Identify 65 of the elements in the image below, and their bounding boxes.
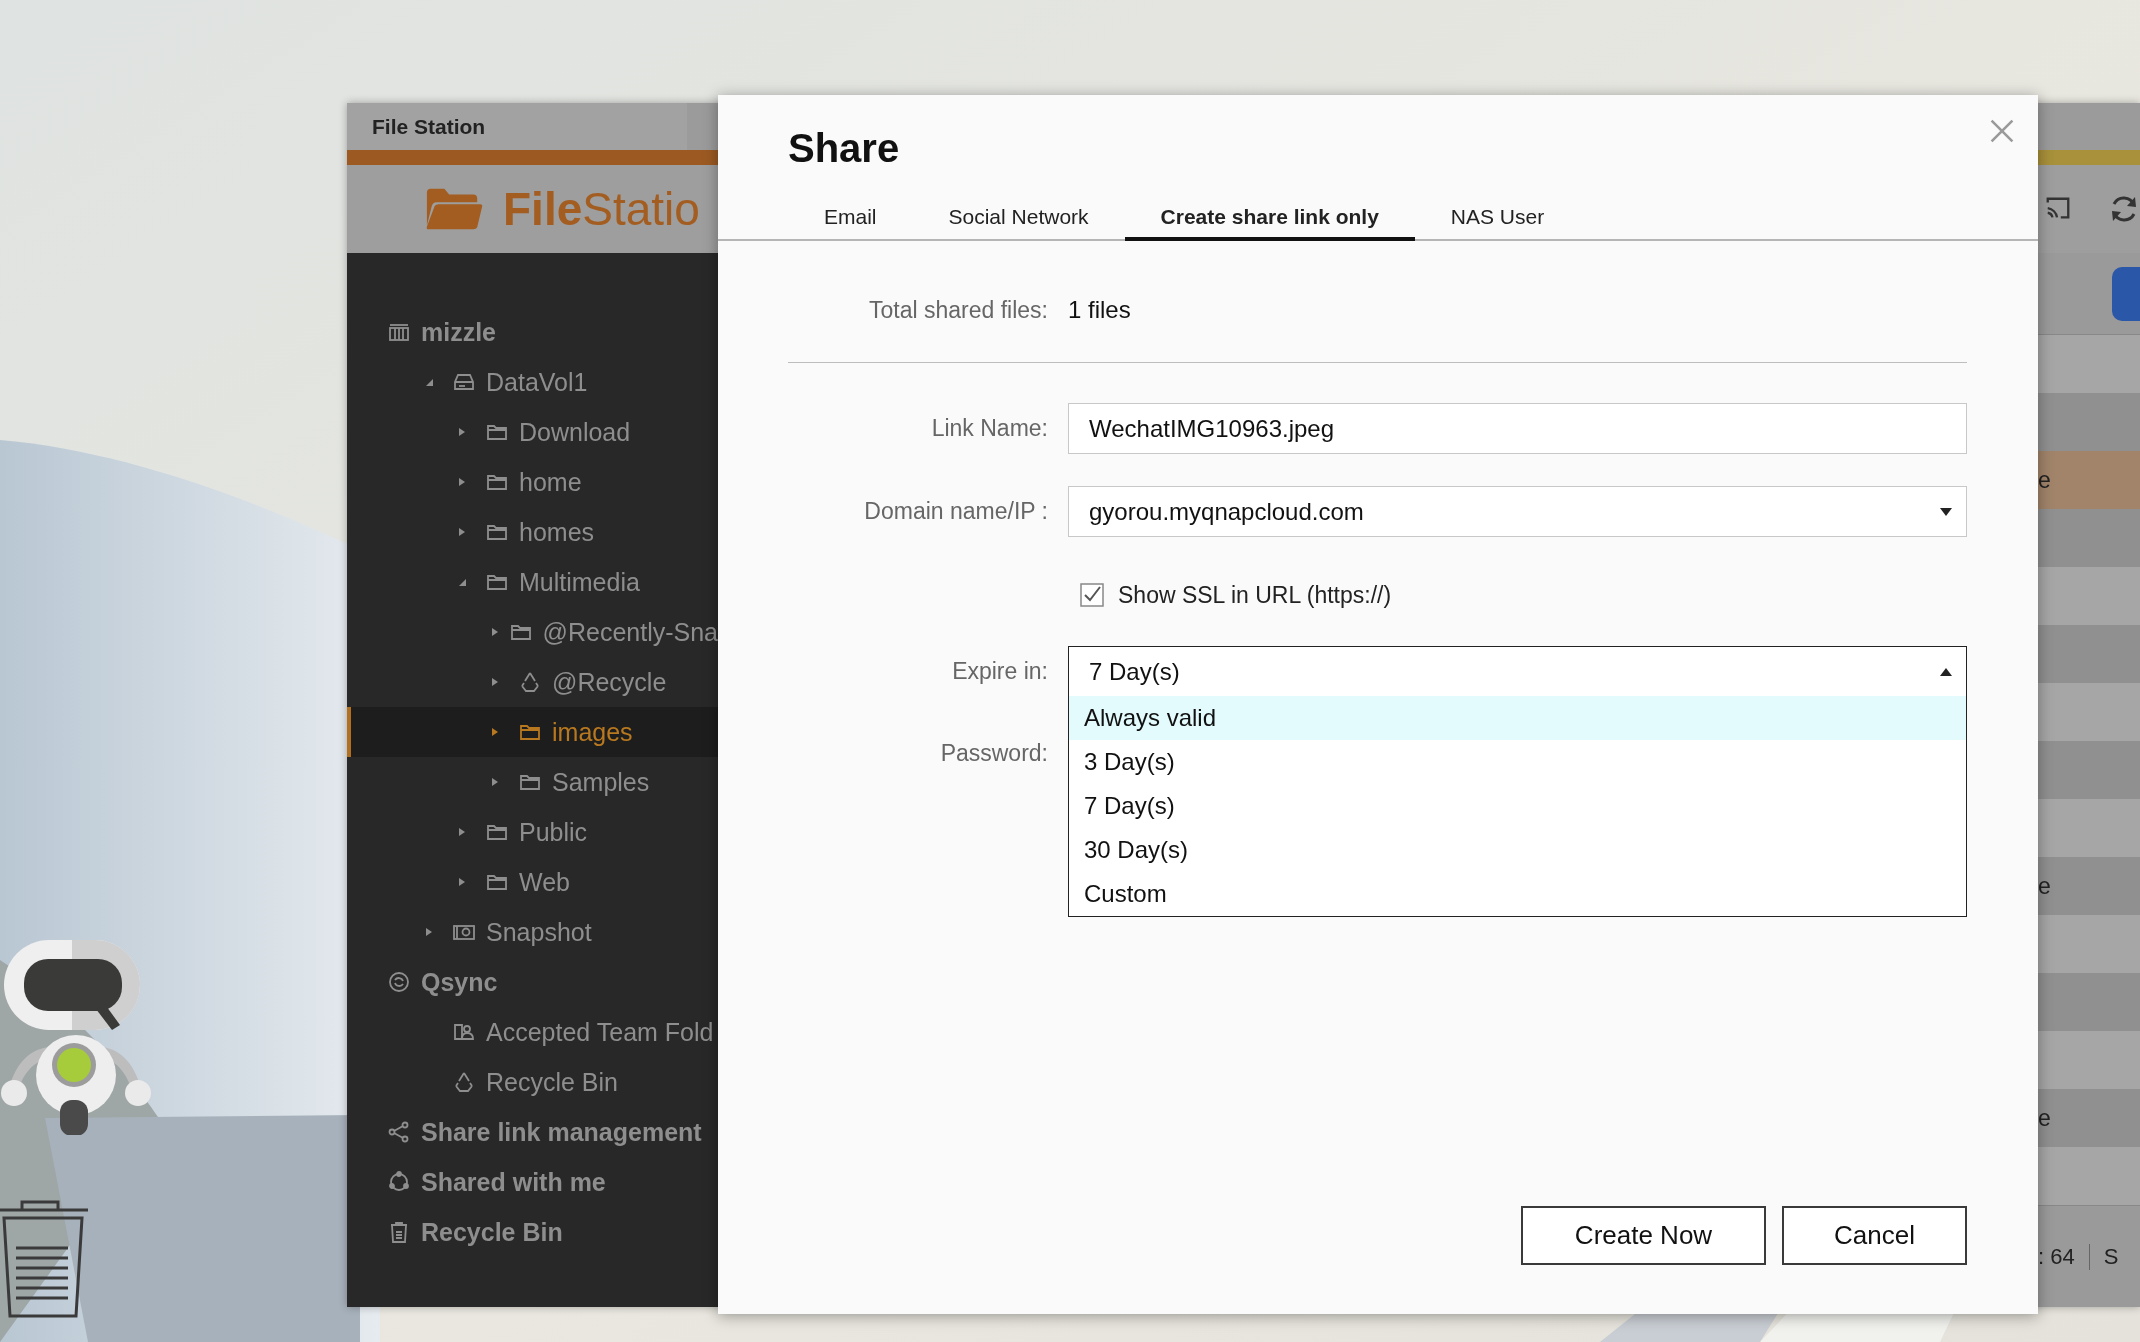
sidebar-item[interactable]: Recycle Bin (347, 1207, 718, 1257)
sidebar-item[interactable]: Multimedia (347, 557, 718, 607)
dropdown-option[interactable]: 3 Day(s) (1069, 740, 1966, 784)
sidebar-item[interactable]: @Recently-Sna (347, 607, 718, 657)
cancel-button[interactable]: Cancel (1782, 1206, 1967, 1265)
status-text: S (2103, 1243, 2119, 1270)
shared-icon (387, 1170, 411, 1194)
expand-arrow-icon[interactable] (457, 427, 467, 437)
create-button[interactable]: Create Now (1521, 1206, 1766, 1265)
field-label: Link Name: (930, 415, 1048, 442)
sidebar-item[interactable]: images (347, 707, 718, 757)
window-title: File Station (347, 103, 687, 150)
file-row[interactable]: e (2038, 451, 2140, 509)
sidebar-item[interactable]: Shared with me (347, 1157, 718, 1207)
expand-arrow-icon[interactable] (457, 827, 467, 837)
sidebar-item[interactable]: Download (347, 407, 718, 457)
expand-arrow-icon[interactable] (457, 577, 467, 587)
sync-icon (387, 970, 411, 994)
total-files-value: 1 files (1068, 296, 1131, 324)
sidebar-item[interactable]: Qsync (347, 957, 718, 1007)
expand-arrow-icon[interactable] (457, 477, 467, 487)
dropdown-option[interactable]: 30 Day(s) (1069, 828, 1966, 872)
checkbox-label: Show SSL in URL (https://) (1118, 581, 1392, 609)
sidebar-item[interactable]: mizzle (347, 307, 718, 357)
expand-arrow-icon[interactable] (490, 727, 500, 737)
tab[interactable]: Create share link only (1124, 198, 1415, 241)
sidebar-item[interactable]: DataVol1 (347, 357, 718, 407)
sidebar-item[interactable]: @Recycle (347, 657, 718, 707)
tab[interactable]: NAS User (1414, 198, 1581, 241)
tab[interactable]: Email (788, 198, 913, 241)
action-button[interactable] (2112, 266, 2140, 321)
expand-arrow-icon[interactable] (490, 777, 500, 787)
expand-arrow-icon[interactable] (457, 877, 467, 887)
field-label: Total shared files: (868, 296, 1048, 324)
field-label: Domain name/IP : (863, 498, 1048, 525)
dropdown-option[interactable]: Always valid (1069, 696, 1966, 740)
app-logo: FileStatio (503, 182, 700, 236)
expand-arrow-icon[interactable] (490, 627, 500, 637)
sidebar-item[interactable]: home (347, 457, 718, 507)
expand-arrow-icon[interactable] (424, 377, 434, 387)
sidebar-item[interactable]: homes (347, 507, 718, 557)
file-row[interactable]: e (2038, 1089, 2140, 1147)
sidebar-item[interactable]: Samples (347, 757, 718, 807)
tab[interactable]: Social Network (912, 198, 1125, 241)
expand-arrow-icon[interactable] (457, 527, 467, 537)
domain-select[interactable]: gyorou.myqnapcloud.com (1068, 486, 1967, 537)
expand-arrow-icon[interactable] (424, 927, 434, 937)
dropdown-option[interactable]: 7 Day(s) (1069, 784, 1966, 828)
link-name-field[interactable]: WechatIMG10963.jpeg (1068, 403, 1967, 454)
field-label: Expire in: (951, 658, 1048, 685)
sidebar-item[interactable]: Public (347, 807, 718, 857)
checkbox[interactable] (1080, 583, 1104, 607)
sidebar-item[interactable]: Recycle Bin (347, 1057, 718, 1107)
dialog-title: Share (788, 125, 900, 172)
status-text: : 64 (2038, 1243, 2075, 1270)
sidebar-item[interactable]: Snapshot (347, 907, 718, 957)
share-icon (387, 1120, 411, 1144)
expand-arrow-icon[interactable] (490, 677, 500, 687)
folder-icon (425, 186, 483, 232)
field-label: Password: (939, 739, 1048, 767)
sidebar-item[interactable]: Web (347, 857, 718, 907)
dropdown-option[interactable]: Custom (1069, 872, 1966, 916)
sidebar-item[interactable]: Accepted Team Fold (347, 1007, 718, 1057)
file-row[interactable]: e (2038, 857, 2140, 915)
sidebar-item[interactable]: Share link management (347, 1107, 718, 1157)
